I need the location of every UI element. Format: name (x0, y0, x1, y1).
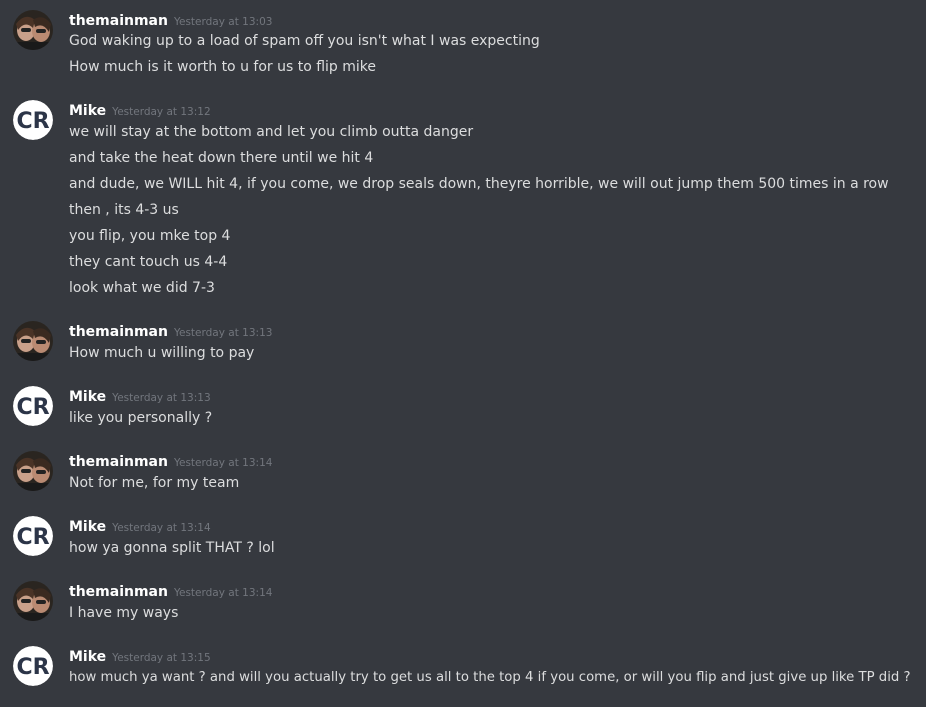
message-line: Not for me, for my team (69, 475, 240, 491)
svg-text:CR: CR (16, 655, 49, 680)
svg-text:CR: CR (16, 109, 49, 134)
message-line: they cant touch us 4-4 (69, 254, 228, 270)
author-name[interactable]: themainman (69, 324, 168, 340)
message-timestamp: Yesterday at 13:13 (173, 327, 273, 339)
message-line: you flip, you mke top 4 (69, 228, 231, 244)
message-line: how much ya want ? and will you actually… (69, 670, 911, 685)
message-header: Mike Yesterday at 13:13 (69, 386, 211, 406)
message-line: God waking up to a load of spam off you … (69, 33, 540, 49)
message-line: look what we did 7-3 (69, 280, 215, 296)
cr-logo-avatar[interactable]: CR (13, 386, 53, 426)
message-timestamp: Yesterday at 13:03 (173, 16, 273, 28)
message-timestamp: Yesterday at 13:14 (173, 587, 273, 599)
message-line: then , its 4-3 us (69, 202, 179, 218)
author-name[interactable]: Mike (69, 389, 106, 405)
message-line: and take the heat down there until we hi… (69, 150, 374, 166)
author-name[interactable]: themainman (69, 584, 168, 600)
author-name[interactable]: Mike (69, 649, 106, 665)
author-name[interactable]: themainman (69, 454, 168, 470)
message-header: Mike Yesterday at 13:12 (69, 100, 211, 120)
message-header: Mike Yesterday at 13:14 (69, 516, 211, 536)
message-header: themainman Yesterday at 13:14 (69, 581, 272, 601)
svg-text:CR: CR (16, 395, 49, 420)
selfie-avatar[interactable] (13, 321, 53, 361)
message-timestamp: Yesterday at 13:15 (112, 652, 211, 664)
message-line: we will stay at the bottom and let you c… (69, 124, 474, 140)
author-name[interactable]: Mike (69, 519, 106, 535)
cr-logo-avatar[interactable]: CR (13, 516, 53, 556)
message-timestamp: Yesterday at 13:12 (112, 106, 211, 118)
message-header: Mike Yesterday at 13:15 (69, 646, 211, 666)
selfie-avatar[interactable] (13, 10, 53, 50)
message-header: themainman Yesterday at 13:14 (69, 451, 272, 471)
message-line: like you personally ? (69, 410, 213, 426)
message-line: How much u willing to pay (69, 345, 255, 361)
cr-logo-avatar[interactable]: CR (13, 100, 53, 140)
message-line: how ya gonna split THAT ? lol (69, 540, 275, 556)
message-line: How much is it worth to u for us to flip… (69, 59, 377, 75)
svg-text:CR: CR (16, 525, 49, 550)
message-header: themainman Yesterday at 13:03 (69, 10, 272, 30)
author-name[interactable]: themainman (69, 13, 168, 29)
message-header: themainman Yesterday at 13:13 (69, 321, 272, 341)
message-timestamp: Yesterday at 13:14 (112, 522, 211, 534)
message-line: I have my ways (69, 605, 179, 621)
selfie-avatar[interactable] (13, 581, 53, 621)
author-name[interactable]: Mike (69, 103, 106, 119)
message-line: and dude, we WILL hit 4, if you come, we… (69, 176, 889, 192)
message-timestamp: Yesterday at 13:14 (173, 457, 273, 469)
selfie-avatar[interactable] (13, 451, 53, 491)
cr-logo-avatar[interactable]: CR (13, 646, 53, 686)
chat-message-list: themainman Yesterday at 13:03 God waking … (0, 0, 926, 707)
message-timestamp: Yesterday at 13:13 (112, 392, 211, 404)
